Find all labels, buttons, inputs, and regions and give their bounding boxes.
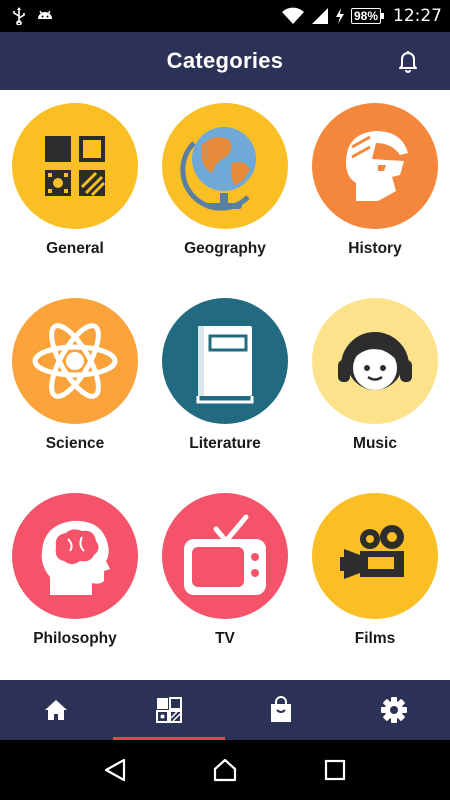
usb-icon: [13, 7, 25, 25]
headphones-face-icon: [338, 332, 412, 390]
category-label: Science: [45, 435, 105, 452]
categories-icon: [155, 697, 182, 723]
category-tv[interactable]: TV: [150, 480, 300, 675]
category-label: TV: [215, 630, 235, 647]
book-icon: [196, 326, 254, 404]
category-label: General: [46, 240, 104, 257]
category-general[interactable]: General: [0, 90, 150, 285]
battery-indicator: 98%: [350, 8, 385, 24]
category-films-badge: [312, 493, 438, 619]
category-music-badge: [312, 298, 438, 424]
app-bar: Categories: [0, 32, 450, 90]
charging-icon: [335, 8, 344, 24]
nav-shop[interactable]: [225, 680, 338, 740]
category-history-badge: [312, 103, 438, 229]
nav-categories[interactable]: [112, 680, 226, 740]
category-philosophy[interactable]: Philosophy: [0, 480, 150, 675]
category-geography-badge: [162, 103, 288, 229]
clock: 12:27: [393, 6, 442, 26]
grid-squares-icon: [45, 136, 106, 197]
category-label: History: [348, 240, 402, 257]
bottom-nav: [0, 680, 450, 740]
home-circle-icon[interactable]: [212, 757, 238, 783]
category-label: Films: [354, 630, 396, 647]
head-brain-icon: [41, 520, 110, 595]
atom-icon: [32, 323, 118, 399]
category-history[interactable]: History: [300, 90, 450, 285]
television-icon: [184, 514, 266, 595]
category-general-badge: [12, 103, 138, 229]
back-icon[interactable]: [102, 757, 128, 783]
category-literature[interactable]: Literature: [150, 285, 300, 480]
category-label: Music: [353, 435, 397, 452]
settings-icon: [380, 697, 407, 723]
system-nav-bar: [0, 740, 450, 800]
category-label: Geography: [184, 240, 266, 257]
page-title: Categories: [166, 48, 284, 73]
film-camera-icon: [340, 525, 404, 579]
category-films[interactable]: Films: [300, 480, 450, 675]
categories-grid: General Geography History Science Litera…: [0, 90, 450, 680]
category-philosophy-badge: [12, 493, 138, 619]
wifi-icon: [281, 7, 304, 24]
category-music[interactable]: Music: [300, 285, 450, 480]
globe-icon: [180, 127, 256, 211]
category-literature-badge: [162, 298, 288, 424]
bell-icon[interactable]: [396, 49, 420, 73]
home-icon: [45, 700, 68, 720]
spartan-helmet-icon: [346, 131, 408, 201]
category-tv-badge: [162, 493, 288, 619]
category-science-badge: [12, 298, 138, 424]
status-bar: 98% 12:27: [0, 0, 450, 32]
recents-icon[interactable]: [322, 757, 348, 783]
nav-home[interactable]: [0, 680, 113, 740]
category-geography[interactable]: Geography: [150, 90, 300, 285]
category-label: Literature: [189, 435, 261, 452]
category-label: Philosophy: [33, 630, 117, 647]
signal-icon: [311, 8, 328, 24]
category-science[interactable]: Science: [0, 285, 150, 480]
nav-settings[interactable]: [338, 680, 450, 740]
shopping-bag-icon: [271, 696, 292, 722]
android-icon: [38, 10, 52, 19]
